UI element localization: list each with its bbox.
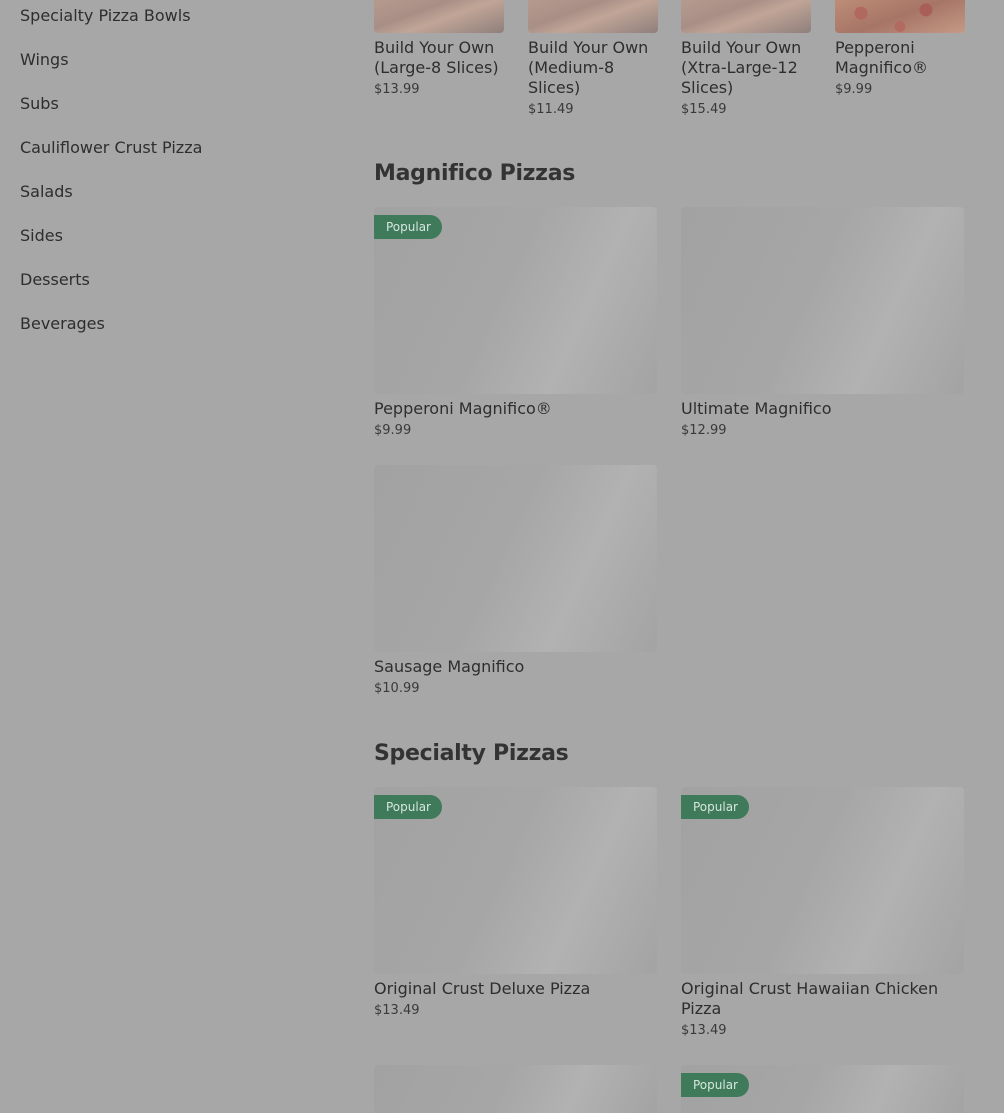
product-image: Popular — [374, 207, 657, 394]
product-title: Build Your Own (Xtra-Large-12 Slices) — [681, 38, 802, 97]
section-title-specialty-pizzas: Specialty Pizzas — [374, 741, 569, 766]
product-price: $12.99 — [681, 423, 727, 438]
product-image — [835, 0, 965, 33]
section-title-magnifico-pizzas: Magnifico Pizzas — [374, 161, 576, 186]
product-title: Original Crust Deluxe Pizza — [374, 979, 591, 998]
popular-badge: Popular — [681, 1073, 749, 1097]
product-card[interactable]: Sausage Magnifico $10.99 — [374, 465, 657, 697]
popular-badge: Popular — [374, 215, 442, 239]
product-price: $9.99 — [835, 82, 873, 97]
product-card[interactable]: Popular Original Crust Hawaiian Chicken … — [681, 787, 964, 1039]
product-price: $11.49 — [528, 102, 574, 117]
product-card[interactable]: Popular Original Crust Deluxe Pizza $13.… — [374, 787, 657, 1019]
product-title: Pepperoni Magnifico® — [835, 38, 929, 77]
product-image: Popular — [374, 787, 657, 974]
product-image: Popular — [681, 787, 964, 974]
product-price: $13.99 — [374, 82, 420, 97]
sidebar-item-sides[interactable]: Sides — [20, 224, 63, 248]
product-price: $15.49 — [681, 102, 727, 117]
menu-page: Specialty Pizza Bowls Wings Subs Caulifl… — [0, 0, 1004, 1113]
product-title: Build Your Own (Medium-8 Slices) — [528, 38, 649, 97]
sidebar-item-specialty-pizza-bowls[interactable]: Specialty Pizza Bowls — [20, 4, 191, 28]
sidebar-item-subs[interactable]: Subs — [20, 92, 59, 116]
product-image — [681, 207, 964, 394]
popular-badge: Popular — [681, 795, 749, 819]
product-card[interactable]: Popular — [681, 1065, 964, 1113]
product-image: Popular — [681, 1065, 964, 1113]
product-card[interactable]: Build Your Own (Medium-8 Slices) $11.49 — [528, 0, 658, 118]
product-image — [681, 0, 811, 33]
sidebar-item-salads[interactable]: Salads — [20, 180, 73, 204]
product-title: Pepperoni Magnifico® — [374, 399, 552, 418]
product-title: Ultimate Magnifico — [681, 399, 832, 418]
sidebar-item-beverages[interactable]: Beverages — [20, 312, 105, 336]
product-image — [374, 0, 504, 33]
product-price: $10.99 — [374, 681, 420, 696]
popular-badge: Popular — [374, 795, 442, 819]
product-image — [374, 1065, 657, 1113]
product-card[interactable]: Build Your Own (Xtra-Large-12 Slices) $1… — [681, 0, 811, 118]
product-title: Build Your Own (Large-8 Slices) — [374, 38, 499, 77]
product-card[interactable] — [374, 1065, 657, 1113]
product-card[interactable]: Popular Pepperoni Magnifico® $9.99 — [374, 207, 657, 439]
product-card[interactable]: Pepperoni Magnifico® $9.99 — [835, 0, 965, 98]
product-card[interactable]: Ultimate Magnifico $12.99 — [681, 207, 964, 439]
sidebar-item-wings[interactable]: Wings — [20, 48, 69, 72]
product-card[interactable]: Build Your Own (Large-8 Slices) $13.99 — [374, 0, 504, 98]
product-title: Sausage Magnifico — [374, 657, 525, 676]
sidebar-item-cauliflower-crust-pizza[interactable]: Cauliflower Crust Pizza — [20, 136, 202, 160]
sidebar-item-desserts[interactable]: Desserts — [20, 268, 90, 292]
product-image — [528, 0, 658, 33]
product-price: $13.49 — [681, 1023, 727, 1038]
product-price: $9.99 — [374, 423, 412, 438]
product-title: Original Crust Hawaiian Chicken Pizza — [681, 979, 939, 1018]
product-price: $13.49 — [374, 1003, 420, 1018]
product-image — [374, 465, 657, 652]
